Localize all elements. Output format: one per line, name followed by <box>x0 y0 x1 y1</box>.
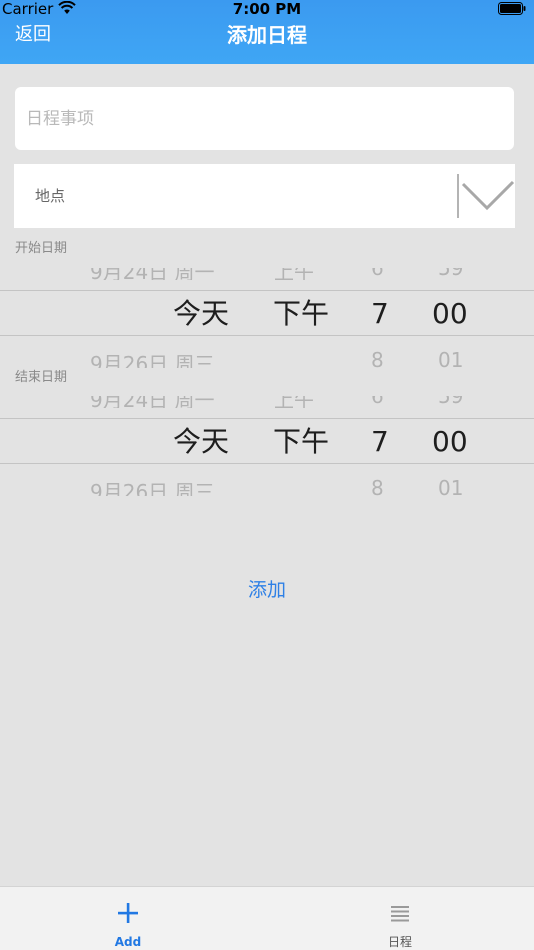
picker-ampm: 上午 <box>274 268 314 280</box>
tab-add-label: Add <box>114 935 142 949</box>
navigation-header: Carrier 7:00 PM 返回 添加日程 <box>0 0 534 64</box>
end-date-label: 结束日期 <box>15 370 68 385</box>
picker-hour: 8 <box>371 476 384 496</box>
picker-minute: 59 <box>438 268 464 280</box>
event-title-input[interactable] <box>15 87 514 150</box>
picker-minute: 01 <box>438 348 464 368</box>
app-screen: Carrier 7:00 PM 返回 添加日程 开始日期 9月24日 周一 <box>0 0 534 950</box>
picker-ampm: 下午 <box>273 297 330 330</box>
picker-row-next: 9月26日 周三 8 01 <box>0 348 534 368</box>
picker-date: 9月26日 周三 <box>90 480 215 496</box>
tab-add[interactable]: Add <box>68 887 188 950</box>
picker-row-prev: 9月24日 周一 上午 6 59 <box>0 268 534 280</box>
picker-date: 今天 <box>173 297 230 330</box>
start-date-picker[interactable]: 9月24日 周一 上午 6 59 今天 下午 7 00 9月26日 周三 8 0… <box>0 268 534 368</box>
picker-selected-row[interactable]: 今天 下午 7 00 <box>0 418 534 464</box>
battery-icon <box>498 2 526 15</box>
picker-date: 9月24日 周一 <box>90 268 215 280</box>
picker-minute: 00 <box>432 425 468 458</box>
picker-minute: 01 <box>438 476 464 496</box>
plus-icon <box>118 903 138 923</box>
location-row <box>14 164 515 228</box>
status-time: 7:00 PM <box>232 0 302 18</box>
end-date-picker[interactable]: 9月24日 周一 上午 6 59 今天 下午 7 00 9月26日 周三 8 0… <box>0 396 534 496</box>
picker-hour: 7 <box>371 297 389 330</box>
picker-hour: 6 <box>371 268 384 280</box>
picker-row-next: 9月26日 周三 8 01 <box>0 476 534 496</box>
tab-bar: Add 日程 <box>0 886 534 950</box>
picker-ampm: 上午 <box>274 396 314 408</box>
add-schedule-button[interactable]: 添加 <box>0 577 534 603</box>
picker-ampm: 下午 <box>273 425 330 458</box>
page-title: 添加日程 <box>227 23 307 47</box>
picker-hour: 8 <box>371 348 384 368</box>
status-bar: Carrier 7:00 PM <box>0 0 534 20</box>
tab-schedule[interactable]: 日程 <box>340 887 460 950</box>
picker-selected-row[interactable]: 今天 下午 7 00 <box>0 290 534 336</box>
picker-minute: 00 <box>432 297 468 330</box>
start-date-label: 开始日期 <box>15 241 68 256</box>
picker-hour: 7 <box>371 425 389 458</box>
location-input[interactable] <box>14 164 456 228</box>
picker-date: 9月24日 周一 <box>90 396 215 408</box>
tab-schedule-label: 日程 <box>387 935 412 949</box>
picker-row-prev: 9月24日 周一 上午 6 59 <box>0 396 534 408</box>
picker-date: 9月26日 周三 <box>90 352 215 368</box>
picker-minute: 59 <box>438 396 464 408</box>
picker-hour: 6 <box>371 396 384 408</box>
picker-date: 今天 <box>173 425 230 458</box>
location-dropdown-button[interactable] <box>457 172 515 220</box>
list-icon <box>391 906 409 922</box>
